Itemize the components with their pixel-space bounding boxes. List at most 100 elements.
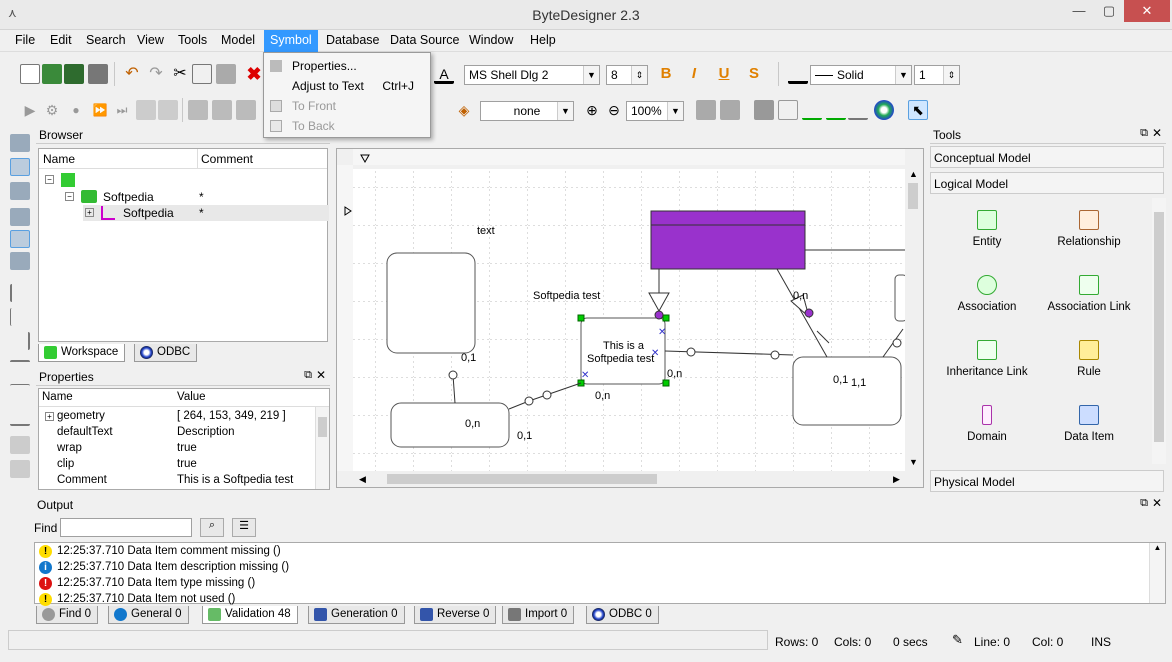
col-value[interactable]: Value — [177, 391, 206, 403]
tool-domain[interactable]: Domain — [942, 405, 1032, 443]
menu-window[interactable]: Window — [466, 33, 516, 47]
link-icon[interactable] — [754, 100, 774, 120]
tools-scrollbar[interactable] — [1152, 198, 1166, 464]
route-icon[interactable] — [802, 100, 822, 120]
tool-entity[interactable]: Entity — [942, 210, 1032, 248]
scrollbar-thumb[interactable] — [318, 417, 327, 437]
close-icon[interactable]: ✕ — [1152, 496, 1162, 510]
col-name[interactable]: Name — [43, 152, 75, 166]
view-alt-icon[interactable] — [10, 182, 30, 200]
view-icon[interactable] — [10, 134, 30, 152]
edit-icon[interactable] — [10, 208, 30, 226]
float-icon[interactable]: ⧉ — [304, 369, 312, 382]
tab-odbc[interactable]: ODBC — [134, 344, 198, 362]
menu-help[interactable]: Help — [527, 33, 559, 47]
resize-handle[interactable] — [662, 379, 670, 387]
same-height-icon[interactable] — [10, 460, 30, 478]
menu-edit[interactable]: Edit — [47, 33, 75, 47]
grid-icon[interactable] — [212, 100, 232, 120]
align-center-icon[interactable] — [10, 308, 30, 326]
entity-box[interactable] — [390, 402, 510, 448]
prop-row[interactable]: wrap true — [39, 441, 329, 457]
strike-icon[interactable]: S — [744, 64, 764, 84]
tab-workspace[interactable]: Workspace — [38, 344, 126, 362]
section-conceptual-model[interactable]: Conceptual Model — [930, 146, 1164, 168]
menu-database[interactable]: Database — [323, 33, 383, 47]
scroll-left-icon[interactable]: ◀ — [359, 474, 366, 484]
vertical-scrollbar-thumb[interactable] — [908, 183, 918, 209]
route-alt-icon[interactable] — [826, 100, 846, 120]
find-input[interactable] — [60, 518, 192, 537]
italic-icon[interactable]: I — [684, 64, 704, 84]
bold-icon[interactable]: B — [656, 64, 676, 84]
align-left-icon[interactable] — [10, 284, 30, 302]
copy-icon[interactable] — [192, 64, 212, 84]
prop-row[interactable]: defaultText Description — [39, 425, 329, 441]
diagram-canvas[interactable]: ✕ ✕ ✕ text Softpedia test This is a Soft… — [337, 149, 923, 487]
straight-icon[interactable] — [848, 100, 868, 120]
section-physical-model[interactable]: Physical Model — [930, 470, 1164, 492]
table-icon[interactable] — [136, 100, 156, 120]
tab-reverse[interactable]: Reverse 0 — [414, 606, 497, 624]
tree-row[interactable]: + Softpedia * — [83, 205, 329, 221]
close-icon[interactable]: ✕ — [316, 368, 326, 382]
log-line[interactable]: ! 12:25:37.710 Data Item not used () — [39, 591, 235, 606]
scrollbar-thumb[interactable] — [1154, 212, 1164, 442]
tab-odbc-output[interactable]: ODBC 0 — [586, 606, 659, 624]
menu-view[interactable]: View — [134, 33, 167, 47]
fill-combo[interactable]: none ▼ — [480, 101, 574, 121]
maximize-button[interactable]: ▢ — [1094, 0, 1124, 22]
paste-icon[interactable] — [216, 64, 236, 84]
browser-toggle-icon[interactable] — [10, 158, 30, 176]
stop-icon[interactable]: ● — [66, 100, 86, 120]
tool-association[interactable]: Association — [942, 275, 1032, 313]
menu-search[interactable]: Search — [83, 33, 129, 47]
props-toggle-icon[interactable] — [10, 230, 30, 248]
menu-tools[interactable]: Tools — [175, 33, 210, 47]
float-icon[interactable]: ⧉ — [1140, 127, 1148, 140]
prop-row[interactable]: Comment This is a Softpedia test — [39, 473, 329, 489]
prop-row[interactable]: + geometry [ 264, 153, 349, 219 ] — [39, 409, 329, 425]
selected-entity[interactable] — [650, 210, 806, 270]
menu-file[interactable]: File — [12, 33, 38, 47]
float-icon[interactable]: ⧉ — [1140, 497, 1148, 510]
log-line[interactable]: i 12:25:37.710 Data Item description miss… — [39, 559, 289, 575]
line-color-icon[interactable] — [788, 64, 808, 84]
expand-icon[interactable]: + — [45, 412, 54, 421]
font-color-icon[interactable]: A — [434, 64, 454, 84]
db-sync-icon[interactable] — [696, 100, 716, 120]
window-icon[interactable] — [236, 100, 256, 120]
database-icon[interactable] — [188, 100, 208, 120]
log-line[interactable]: ! 12:25:37.710 Data Item type missing () — [39, 575, 255, 591]
scroll-right-icon[interactable]: ▶ — [893, 474, 900, 484]
properties-scrollbar[interactable] — [315, 407, 329, 489]
tool-rule[interactable]: Rule — [1044, 340, 1134, 378]
entity-box[interactable] — [792, 356, 902, 426]
resize-handle[interactable] — [662, 314, 670, 322]
print-icon[interactable] — [88, 64, 108, 84]
run-icon[interactable]: ▶ — [20, 100, 40, 120]
vertical-scrollbar[interactable] — [905, 165, 921, 471]
fill-color-icon[interactable]: ◈ — [454, 100, 474, 120]
section-logical-model[interactable]: Logical Model — [930, 172, 1164, 194]
zoom-in-icon[interactable]: ⊕ — [582, 100, 602, 120]
new-icon[interactable] — [20, 64, 40, 84]
prop-row[interactable]: clip true — [39, 457, 329, 473]
collapse-icon[interactable]: − — [45, 175, 54, 184]
menu-item-to-back[interactable]: To Back — [264, 116, 430, 136]
connector-icon[interactable] — [778, 100, 798, 120]
resize-handle[interactable] — [577, 314, 585, 322]
menu-symbol[interactable]: Symbol — [264, 30, 318, 52]
delete-icon[interactable]: ✖ — [244, 64, 264, 84]
expand-icon[interactable]: + — [85, 208, 94, 217]
tab-import[interactable]: Import 0 — [502, 606, 575, 624]
line-width-stepper[interactable]: 1 ⇕ — [914, 65, 960, 85]
label-softpedia-test[interactable]: Softpedia test — [533, 290, 600, 302]
clear-button[interactable]: ☰ — [232, 518, 256, 537]
align-right-icon[interactable] — [10, 332, 30, 350]
db-compare-icon[interactable] — [720, 100, 740, 120]
align-middle-icon[interactable] — [10, 384, 30, 402]
menu-model[interactable]: Model — [218, 33, 258, 47]
last-icon[interactable]: ⏭ — [112, 100, 132, 120]
zoom-combo[interactable]: 100% ▼ — [626, 101, 684, 121]
